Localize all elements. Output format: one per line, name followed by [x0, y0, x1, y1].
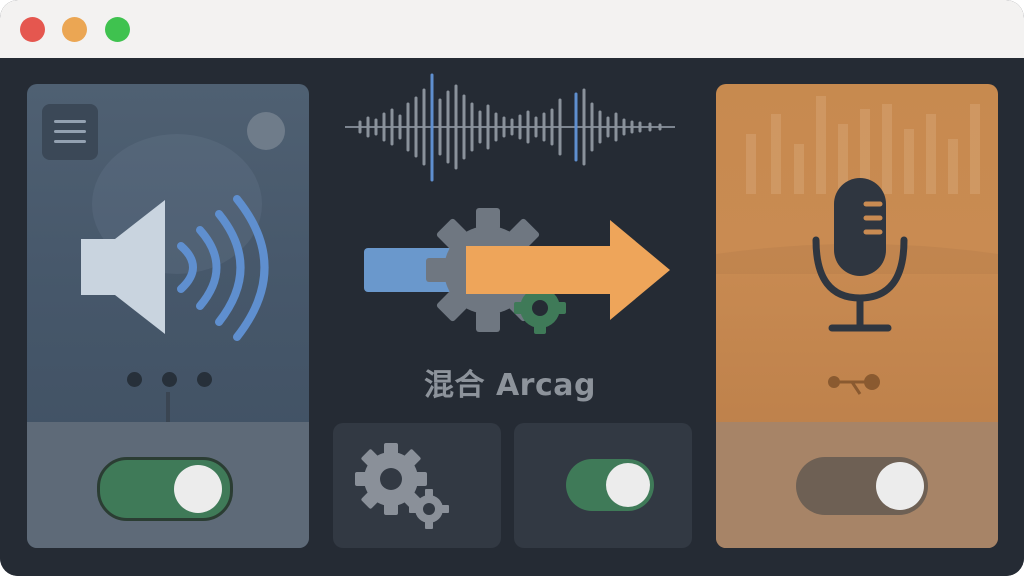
page-indicator — [127, 372, 217, 388]
page-dot[interactable] — [197, 372, 212, 387]
mix-label: 混合 Arcag — [424, 368, 596, 403]
link-icon — [828, 374, 880, 395]
maximize-button[interactable] — [105, 17, 130, 42]
settings-tile[interactable] — [333, 423, 501, 548]
close-button[interactable] — [20, 17, 45, 42]
menu-icon-line — [54, 140, 86, 143]
title-bar — [0, 0, 1024, 59]
waveform-icon — [345, 73, 675, 182]
output-panel — [27, 84, 309, 548]
input-toggle[interactable] — [796, 457, 928, 515]
toggle-knob — [876, 462, 924, 510]
input-panel-footer — [716, 422, 998, 548]
connector-line — [166, 392, 170, 422]
main-content: 混合 Arcag — [0, 58, 1024, 576]
circle-button[interactable] — [247, 112, 285, 150]
input-panel — [716, 84, 998, 548]
toggle-knob — [174, 465, 222, 513]
toggle-knob — [606, 463, 650, 507]
output-panel-footer — [27, 422, 309, 548]
menu-icon-line — [54, 130, 86, 133]
page-dot[interactable] — [127, 372, 142, 387]
mix-transfer-graphic — [364, 208, 670, 334]
minimize-button[interactable] — [62, 17, 87, 42]
menu-button[interactable] — [42, 104, 98, 160]
speaker-icon — [81, 195, 269, 341]
output-toggle[interactable] — [97, 457, 233, 521]
gear-icon — [355, 443, 449, 529]
menu-icon — [54, 120, 86, 123]
mix-toggle-tile — [514, 423, 692, 548]
microphone-icon — [812, 178, 908, 332]
app-window: 混合 Arcag — [0, 0, 1024, 576]
page-dot[interactable] — [162, 372, 177, 387]
mix-toggle[interactable] — [566, 459, 654, 511]
